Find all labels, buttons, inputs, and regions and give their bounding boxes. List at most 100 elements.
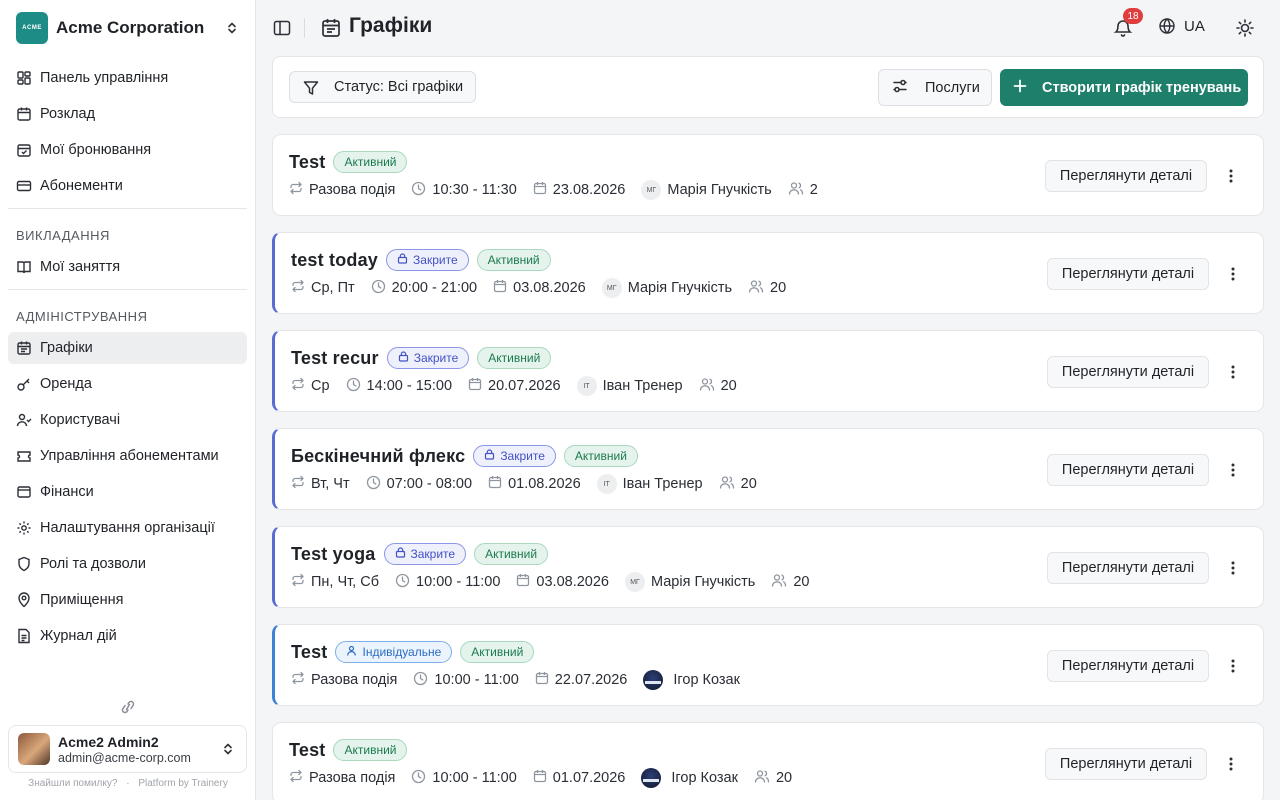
sidebar-item-rent[interactable]: Оренда (8, 368, 247, 400)
schedule-card[interactable]: Test recur Закрите Активний Ср 14:00 - 15… (272, 330, 1264, 412)
status-badge: Активний (333, 151, 408, 173)
trainer-initials: IT (596, 474, 617, 494)
key-icon (16, 376, 32, 392)
sidebar-item-schedule[interactable]: Розклад (8, 98, 247, 130)
more-vertical-icon[interactable] (1225, 656, 1241, 676)
link-icon[interactable] (118, 698, 138, 716)
nav-divider (8, 208, 247, 209)
trainer: МГ Марія Гнучкість (625, 572, 755, 592)
capacity: 20 (771, 573, 809, 591)
sun-icon[interactable] (1234, 17, 1256, 39)
nav-divider (8, 289, 247, 290)
sidebar-item-bookings[interactable]: Мої бронювання (8, 134, 247, 166)
sidebar-item-dashboard[interactable]: Панель управління (8, 62, 247, 94)
view-details-button[interactable]: Переглянути деталі (1047, 650, 1209, 682)
sidebar-item-activity-log[interactable]: Журнал дій (8, 620, 247, 652)
schedule-title: test today (291, 249, 379, 270)
services-label: Послуги (925, 79, 980, 96)
schedule-card[interactable]: Test Активний Разова подія 10:30 - 11:30… (272, 134, 1264, 216)
report-bug-link[interactable]: Знайшли помилку? (28, 778, 117, 789)
status-filter-label: Статус: Всі графіки (334, 79, 464, 95)
trainer: Ігор Козак (643, 670, 740, 690)
view-details-button[interactable]: Переглянути деталі (1047, 356, 1209, 388)
sidebar-item-premises[interactable]: Приміщення (8, 584, 247, 616)
recurrence: Разова подія (291, 671, 397, 689)
map-pin-icon (16, 592, 32, 608)
platform-link[interactable]: Platform by Trainery (138, 778, 227, 789)
repeat-icon (291, 279, 311, 297)
services-button[interactable]: Послуги (878, 69, 992, 106)
view-details-button[interactable]: Переглянути деталі (1045, 748, 1207, 780)
more-vertical-icon[interactable] (1225, 558, 1241, 578)
bookmark-icon (16, 142, 32, 158)
view-details-button[interactable]: Переглянути деталі (1045, 160, 1207, 192)
repeat-icon (289, 181, 309, 199)
header-divider (304, 18, 305, 38)
sidebar-toggle-icon[interactable] (272, 18, 292, 38)
capacity: 20 (754, 769, 792, 787)
sidebar-item-roles[interactable]: Ролі та дозволи (8, 548, 247, 580)
trainer-initials: МГ (601, 278, 622, 298)
more-vertical-icon[interactable] (1223, 754, 1239, 774)
calendar-icon (533, 181, 553, 199)
repeat-icon (291, 573, 311, 591)
trainer: IT Іван Тренер (576, 376, 683, 396)
view-details-button[interactable]: Переглянути деталі (1047, 258, 1209, 290)
sidebar-item-label: Фінанси (40, 484, 94, 500)
view-details-button[interactable]: Переглянути деталі (1047, 552, 1209, 584)
sidebar-item-label: Мої заняття (40, 259, 121, 275)
time-range: 07:00 - 08:00 (366, 475, 472, 494)
view-details-button[interactable]: Переглянути деталі (1047, 454, 1209, 486)
sidebar-item-org-settings[interactable]: Налаштування організації (8, 512, 247, 544)
repeat-icon (291, 475, 311, 493)
schedule-card[interactable]: Test Індивідуальне Активний Разова подія … (272, 624, 1264, 706)
main-nav: Панель управління Розклад Мої бронювання… (8, 62, 247, 656)
trainer-avatar (643, 670, 664, 690)
sidebar-item-users[interactable]: Користувачі (8, 404, 247, 436)
schedule-title: Test recur (291, 347, 379, 368)
sidebar-item-label: Оренда (40, 376, 92, 392)
sidebar-item-my-classes[interactable]: Мої заняття (8, 251, 247, 283)
users-icon (719, 475, 741, 493)
schedule-card[interactable]: Test Активний Разова подія 10:00 - 11:00… (272, 722, 1264, 800)
page-title: Графіки (349, 14, 433, 37)
recurrence: Разова подія (289, 181, 395, 199)
user-name: Acme2 Admin2 (58, 733, 159, 750)
calendar-range-icon (16, 340, 32, 356)
org-switcher[interactable]: ACME Acme Corporation (16, 12, 240, 44)
closed-tag: Закрите (386, 249, 469, 271)
sidebar-item-membership-management[interactable]: Управління абонементами (8, 440, 247, 472)
start-date: 22.07.2026 (535, 671, 627, 689)
more-vertical-icon[interactable] (1225, 362, 1241, 382)
calendar-icon (533, 769, 553, 787)
status-filter-button[interactable]: Статус: Всі графіки (289, 71, 477, 103)
file-list-icon (16, 628, 32, 644)
sidebar-item-memberships[interactable]: Абонементи (8, 170, 247, 202)
org-logo: ACME (16, 12, 48, 44)
create-schedule-button[interactable]: Створити графік тренувань (1000, 69, 1248, 106)
closed-tag: Закрите (386, 347, 470, 369)
user-menu[interactable]: Acme2 Admin2 admin@acme-corp.com (8, 725, 247, 773)
sidebar-item-schedules[interactable]: Графіки (8, 332, 247, 364)
status-badge: Активний (460, 641, 535, 663)
book-icon (16, 259, 32, 275)
calendar-icon (493, 279, 513, 297)
language-switcher[interactable]: UA (1158, 17, 1205, 35)
more-vertical-icon[interactable] (1225, 264, 1241, 284)
more-vertical-icon[interactable] (1225, 460, 1241, 480)
sidebar-item-label: Приміщення (40, 592, 124, 608)
plus-icon (1012, 78, 1028, 98)
section-admin-title: АДМІНІСТРУВАННЯ (16, 308, 148, 324)
capacity: 20 (699, 377, 737, 395)
sidebar-item-finance[interactable]: Фінанси (8, 476, 247, 508)
trainer-initials: IT (576, 376, 597, 396)
schedule-card[interactable]: Test yoga Закрите Активний Пн, Чт, Сб 10:… (272, 526, 1264, 608)
sidebar-footer: Знайшли помилку? · Platform by Trainery (0, 778, 256, 789)
schedule-card[interactable]: Бескінечний флекс Закрите Активний Вт, Чт… (272, 428, 1264, 510)
clock-icon (413, 671, 434, 690)
status-badge: Активний (474, 543, 549, 565)
users-icon (748, 279, 770, 297)
more-vertical-icon[interactable] (1223, 166, 1239, 186)
schedule-card[interactable]: test today Закрите Активний Ср, Пт 20:00 … (272, 232, 1264, 314)
status-badge: Активний (563, 445, 638, 467)
